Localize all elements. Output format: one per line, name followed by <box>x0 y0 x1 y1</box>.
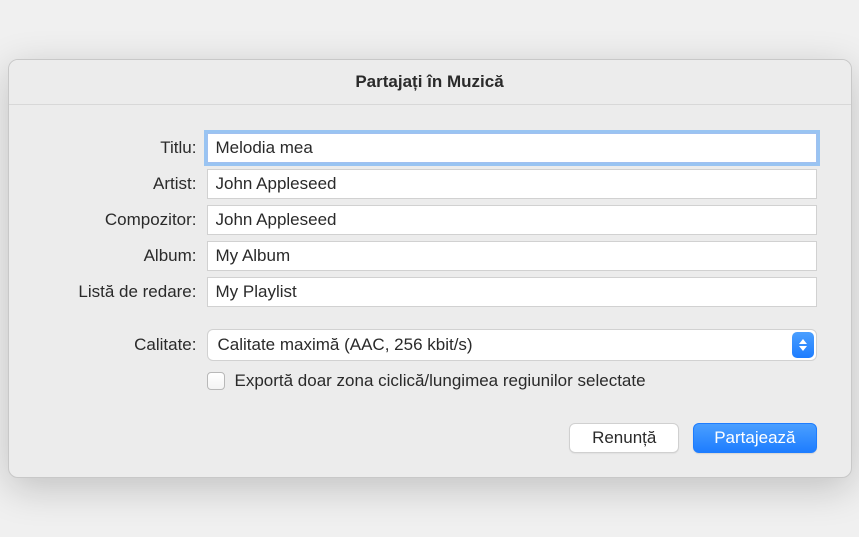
dialog-content: Titlu: Artist: Compozitor: Album: Listă … <box>9 105 851 477</box>
share-button[interactable]: Partajează <box>693 423 816 453</box>
album-row: Album: <box>43 241 817 271</box>
export-cycle-label: Exportă doar zona ciclică/lungimea regiu… <box>235 371 646 391</box>
album-label: Album: <box>43 246 207 266</box>
quality-label: Calitate: <box>43 335 207 355</box>
playlist-input[interactable] <box>207 277 817 307</box>
composer-row: Compozitor: <box>43 205 817 235</box>
artist-row: Artist: <box>43 169 817 199</box>
playlist-label: Listă de redare: <box>43 282 207 302</box>
artist-label: Artist: <box>43 174 207 194</box>
album-input[interactable] <box>207 241 817 271</box>
share-music-dialog: Partajați în Muzică Titlu: Artist: Compo… <box>8 59 852 478</box>
quality-selected-value: Calitate maximă (AAC, 256 kbit/s) <box>207 329 817 361</box>
composer-label: Compozitor: <box>43 210 207 230</box>
title-row: Titlu: <box>43 133 817 163</box>
cancel-button[interactable]: Renunță <box>569 423 679 453</box>
button-row: Renunță Partajează <box>43 423 817 453</box>
updown-arrows-icon <box>792 332 814 358</box>
export-cycle-checkbox[interactable] <box>207 372 225 390</box>
title-label: Titlu: <box>43 138 207 158</box>
playlist-row: Listă de redare: <box>43 277 817 307</box>
form-spacer <box>43 313 817 329</box>
title-input[interactable] <box>207 133 817 163</box>
quality-select[interactable]: Calitate maximă (AAC, 256 kbit/s) <box>207 329 817 361</box>
export-cycle-row: Exportă doar zona ciclică/lungimea regiu… <box>207 371 817 391</box>
artist-input[interactable] <box>207 169 817 199</box>
dialog-title: Partajați în Muzică <box>9 60 851 105</box>
quality-row: Calitate: Calitate maximă (AAC, 256 kbit… <box>43 329 817 361</box>
composer-input[interactable] <box>207 205 817 235</box>
